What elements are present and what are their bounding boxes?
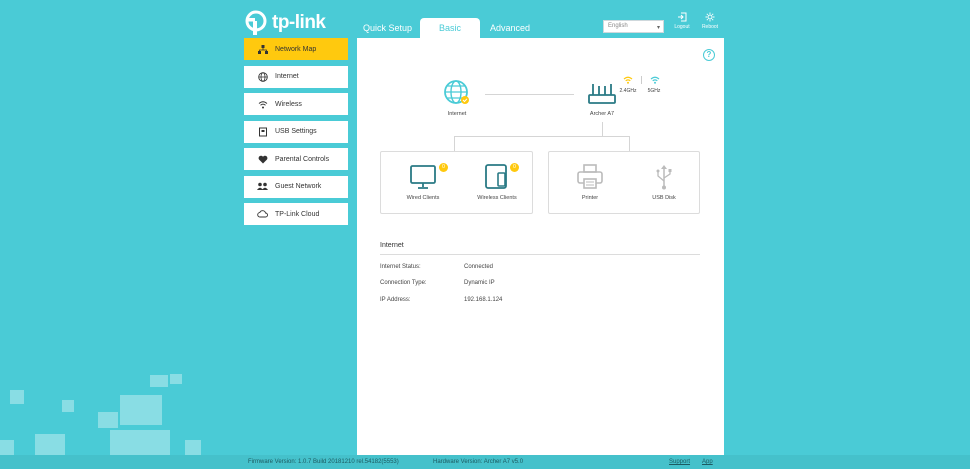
connection-line — [485, 94, 574, 95]
reboot-button[interactable]: Reboot — [699, 12, 721, 30]
usb-disk-label: USB Disk — [652, 195, 676, 201]
wired-clients-node[interactable] — [410, 164, 436, 190]
decorative-square — [35, 434, 65, 455]
printer-label: Printer — [581, 195, 599, 201]
tablet-icon — [485, 164, 507, 189]
decorative-square — [0, 440, 14, 455]
hardware-version: Hardware Version: Archer A7 v5.0 — [433, 459, 524, 465]
sidebar-item-label: Network Map — [275, 45, 317, 53]
top-tabs: Quick Setup Basic Advanced — [357, 18, 536, 38]
wifi-2-4ghz-icon — [623, 76, 633, 84]
info-value: Connected — [464, 264, 494, 270]
logout-label: Logout — [674, 24, 690, 30]
logout-icon — [678, 12, 687, 22]
app-link[interactable]: App — [702, 459, 713, 465]
logout-button[interactable]: Logout — [671, 12, 693, 30]
help-icon[interactable]: ? — [703, 49, 715, 61]
sidebar-item-wireless[interactable]: Wireless — [244, 93, 348, 115]
globe-icon — [257, 71, 268, 82]
info-key: Internet Status: — [380, 264, 421, 270]
internet-node[interactable] — [443, 79, 471, 107]
support-link[interactable]: Support — [669, 459, 690, 465]
wired-clients-count: 0 — [439, 163, 448, 172]
internet-node-label: Internet — [447, 111, 467, 117]
globe-icon — [444, 80, 469, 104]
sidebar-item-internet[interactable]: Internet — [244, 65, 348, 88]
monitor-icon — [410, 165, 436, 189]
main-panel: ? Internet Archer A7 2.4GHz 5GHz 0 Wired… — [357, 38, 724, 469]
sidebar-item-label: Wireless — [275, 100, 302, 108]
logo-text: tp-link — [272, 12, 326, 33]
tab-quick-setup[interactable]: Quick Setup — [357, 18, 418, 38]
divider — [380, 254, 700, 255]
guest-users-icon — [257, 181, 268, 192]
wifi-5ghz-icon — [650, 76, 660, 84]
decorative-square — [185, 440, 201, 455]
brand-logo: tp-link — [243, 10, 326, 36]
router-node-label: Archer A7 — [589, 111, 615, 117]
sidebar-item-network-map[interactable]: Network Map — [244, 38, 348, 60]
sidebar-item-guest-network[interactable]: Guest Network — [244, 175, 348, 198]
info-row-connection-type: Connection Type: Dynamic IP — [380, 280, 495, 286]
footer: Firmware Version: 1.0.7 Build 20181210 r… — [0, 455, 970, 469]
info-row-ip-address: IP Address: 192.168.1.124 — [380, 297, 502, 303]
tp-link-logo-icon — [245, 10, 267, 35]
usb-devices-group — [548, 151, 700, 214]
usb-disk-node[interactable] — [654, 164, 674, 190]
sidebar-item-label: TP-Link Cloud — [275, 210, 320, 218]
printer-node[interactable] — [577, 164, 603, 190]
reboot-icon — [705, 12, 715, 22]
tree-line — [602, 122, 603, 136]
tree-line — [454, 136, 630, 137]
info-key: IP Address: — [380, 297, 411, 303]
wireless-clients-label: Wireless Clients — [477, 195, 517, 201]
wireless-clients-node[interactable] — [484, 164, 510, 190]
cloud-icon — [257, 209, 268, 220]
wireless-clients-count: 0 — [510, 163, 519, 172]
tab-basic[interactable]: Basic — [420, 18, 481, 38]
info-key: Connection Type: — [380, 280, 427, 286]
sidebar-item-tp-link-cloud[interactable]: TP-Link Cloud — [244, 203, 348, 225]
sidebar-item-label: Guest Network — [275, 183, 322, 190]
sidebar-item-label: Internet — [275, 73, 299, 80]
wifi-icon — [257, 99, 268, 110]
sidebar-item-label: Parental Controls — [275, 155, 330, 163]
decorative-square — [170, 374, 182, 384]
decorative-square — [110, 430, 170, 455]
band-2-4ghz-label: 2.4GHz — [619, 88, 637, 94]
usb-settings-icon — [257, 126, 268, 137]
router-node[interactable] — [587, 82, 617, 106]
heart-icon — [257, 154, 268, 165]
decorative-square — [120, 395, 162, 425]
info-value: 192.168.1.124 — [464, 297, 503, 303]
tree-line — [454, 136, 455, 151]
printer-icon — [577, 164, 603, 189]
band-5ghz-label: 5GHz — [647, 88, 661, 94]
sidebar-item-usb-settings[interactable]: USB Settings — [244, 120, 348, 143]
sidebar-item-label: USB Settings — [275, 128, 317, 135]
decorative-square — [98, 412, 118, 428]
language-selected: English — [608, 23, 628, 29]
internet-info-title: Internet — [380, 242, 404, 249]
reboot-label: Reboot — [701, 24, 719, 30]
firmware-version: Firmware Version: 1.0.7 Build 20181210 r… — [248, 459, 399, 465]
clients-group — [380, 151, 533, 214]
tab-advanced[interactable]: Advanced — [484, 18, 536, 38]
tree-line — [629, 136, 630, 151]
band-divider — [641, 76, 642, 84]
language-select[interactable]: English ▾ — [603, 20, 664, 33]
router-icon — [588, 84, 616, 104]
info-row-internet-status: Internet Status: Connected — [380, 264, 493, 270]
sidebar: Network Map Internet Wireless USB Settin… — [244, 38, 348, 231]
info-value: Dynamic IP — [464, 280, 495, 286]
wired-clients-label: Wired Clients — [406, 195, 440, 201]
sidebar-item-parental-controls[interactable]: Parental Controls — [244, 148, 348, 170]
network-map-icon — [257, 44, 268, 55]
decorative-square — [62, 400, 74, 412]
usb-icon — [656, 165, 672, 190]
chevron-down-icon: ▾ — [656, 25, 660, 31]
decorative-square — [150, 375, 168, 387]
decorative-square — [10, 390, 24, 404]
